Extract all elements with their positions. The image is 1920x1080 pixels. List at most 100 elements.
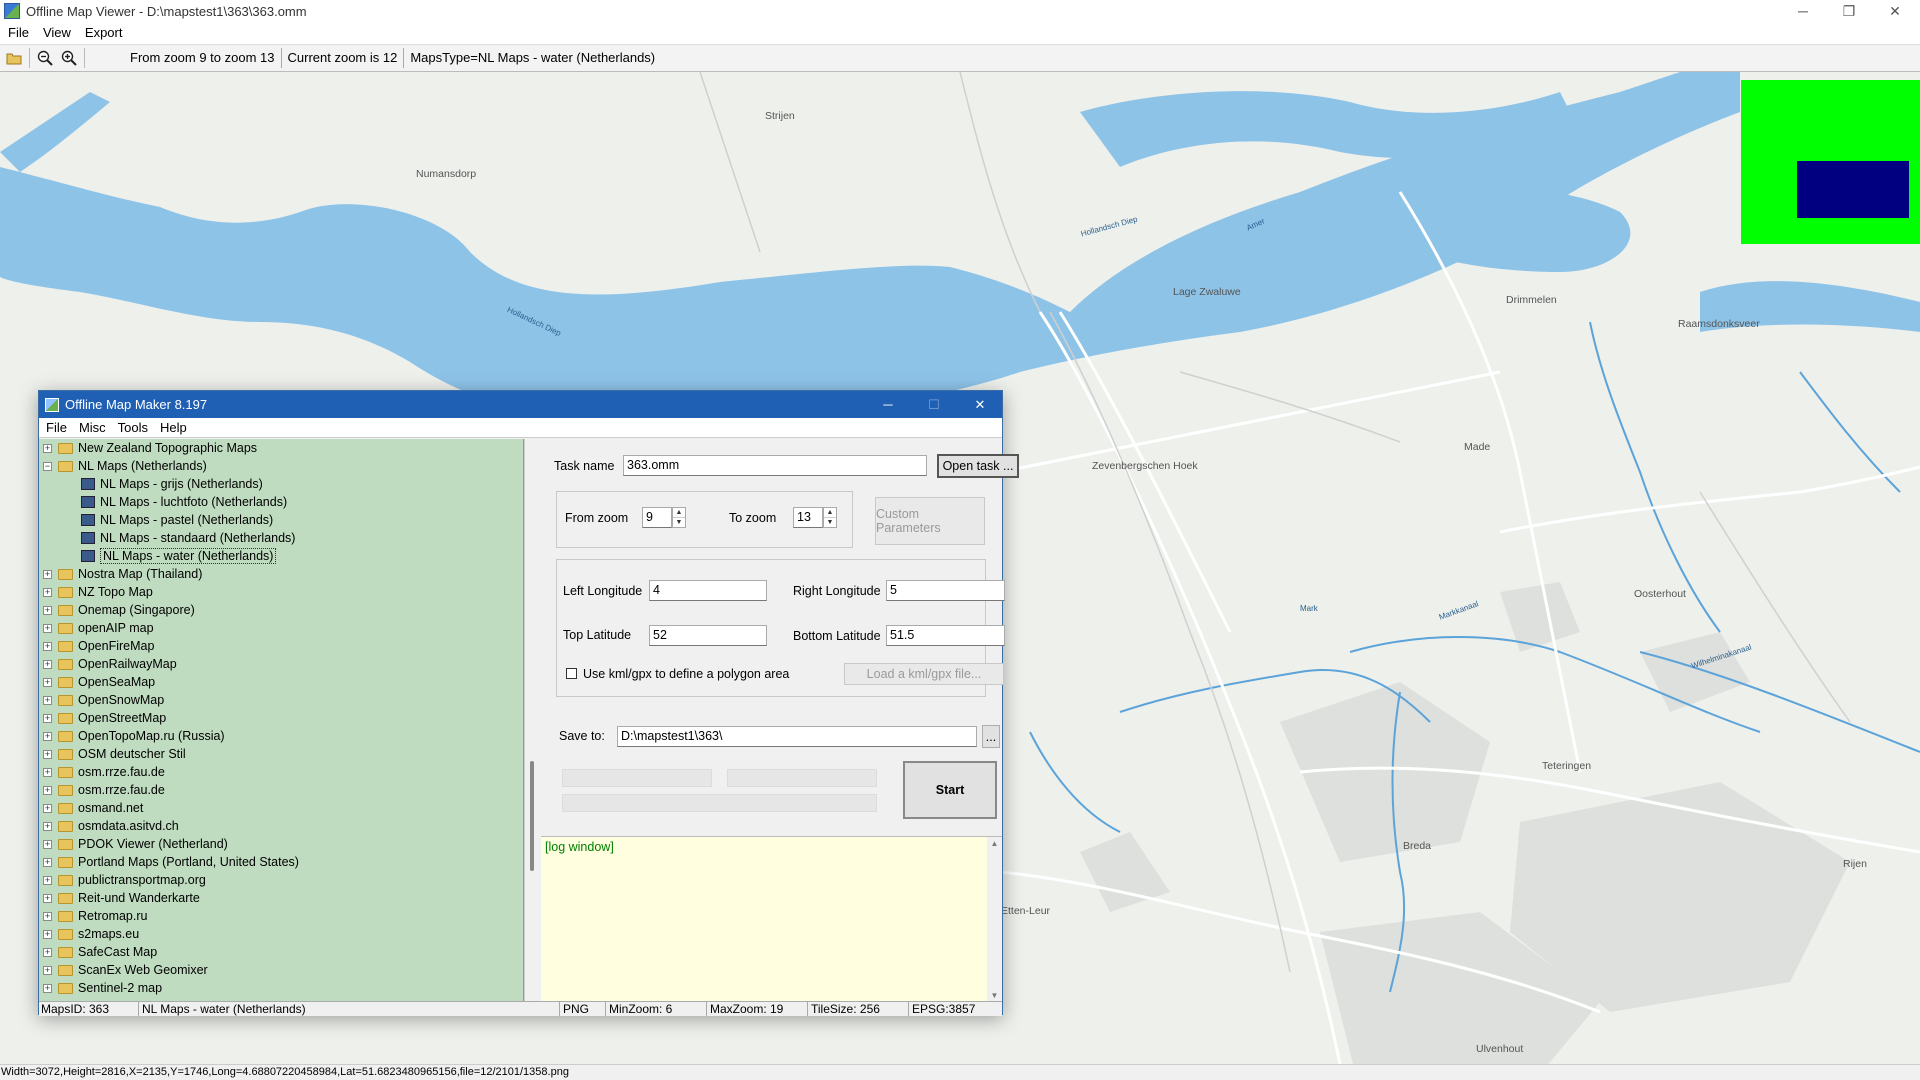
open-folder-icon[interactable] <box>2 47 26 69</box>
map-source-tree[interactable]: + New Zealand Topographic Maps − NL Maps (N… <box>39 439 524 1001</box>
collapse-icon[interactable]: − <box>43 461 52 471</box>
expand-icon[interactable]: + <box>43 659 52 669</box>
dialog-menu-misc[interactable]: Misc <box>79 420 106 435</box>
tree-item[interactable]: + New Zealand Topographic Maps <box>39 439 523 457</box>
from-zoom-spinner[interactable]: ▲ ▼ <box>672 507 686 528</box>
from-zoom-input[interactable]: 9 <box>642 507 672 528</box>
tree-item[interactable]: − NL Maps (Netherlands) <box>39 457 523 475</box>
expand-icon[interactable]: + <box>43 641 52 651</box>
right-longitude-input[interactable]: 5 <box>886 580 1005 601</box>
tree-item[interactable]: + publictransportmap.org <box>39 871 523 889</box>
tree-item[interactable]: + osmdata.asitvd.ch <box>39 817 523 835</box>
dialog-menu-file[interactable]: File <box>46 420 67 435</box>
tree-item-label: NL Maps - pastel (Netherlands) <box>100 513 274 527</box>
expand-icon[interactable]: + <box>43 965 52 975</box>
task-name-input[interactable]: 363.omm <box>623 455 927 476</box>
tree-item[interactable]: NL Maps - luchtfoto (Netherlands) <box>39 493 523 511</box>
save-to-input[interactable]: D:\mapstest1\363\ <box>617 726 977 747</box>
expand-icon[interactable]: + <box>43 695 52 705</box>
expand-icon[interactable]: + <box>43 983 52 993</box>
tree-item[interactable]: + NZ Topo Map <box>39 583 523 601</box>
close-button[interactable]: ✕ <box>1872 0 1918 22</box>
tree-item[interactable]: + OpenTopoMap.ru (Russia) <box>39 727 523 745</box>
zoom-in-icon[interactable] <box>57 47 81 69</box>
maximize-button[interactable]: ❐ <box>1826 0 1872 22</box>
menu-file[interactable]: File <box>8 25 29 40</box>
left-longitude-input[interactable]: 4 <box>649 580 767 601</box>
tree-item[interactable]: + Nostra Map (Thailand) <box>39 565 523 583</box>
kml-checkbox[interactable] <box>566 668 577 679</box>
minimize-button[interactable]: ─ <box>1780 0 1826 22</box>
map-layer-icon <box>81 496 95 508</box>
tree-item[interactable]: + osm.rrze.fau.de <box>39 781 523 799</box>
tree-scroll-thumb[interactable] <box>530 761 534 871</box>
tree-item[interactable]: NL Maps - pastel (Netherlands) <box>39 511 523 529</box>
tree-item[interactable]: + OSM deutscher Stil <box>39 745 523 763</box>
expand-icon[interactable]: + <box>43 893 52 903</box>
to-zoom-label: To zoom <box>729 511 777 525</box>
tree-item[interactable]: + Retromap.ru <box>39 907 523 925</box>
bottom-latitude-input[interactable]: 51.5 <box>886 625 1005 646</box>
expand-icon[interactable]: + <box>43 587 52 597</box>
top-latitude-input[interactable]: 52 <box>649 625 767 646</box>
expand-icon[interactable]: + <box>43 749 52 759</box>
log-scrollbar[interactable]: ▲ ▼ <box>987 837 1002 1002</box>
folder-icon <box>58 658 73 670</box>
tree-item[interactable]: + OpenSeaMap <box>39 673 523 691</box>
menu-view[interactable]: View <box>43 25 71 40</box>
expand-icon[interactable]: + <box>43 947 52 957</box>
expand-icon[interactable]: + <box>43 677 52 687</box>
tree-item[interactable]: + OpenFireMap <box>39 637 523 655</box>
expand-icon[interactable]: + <box>43 821 52 831</box>
expand-icon[interactable]: + <box>43 767 52 777</box>
to-zoom-input[interactable]: 13 <box>793 507 823 528</box>
dialog-close-button[interactable]: ✕ <box>957 391 1003 418</box>
overview-viewport[interactable] <box>1797 161 1909 218</box>
dialog-menu-tools[interactable]: Tools <box>118 420 148 435</box>
tree-item[interactable]: NL Maps - standaard (Netherlands) <box>39 529 523 547</box>
tree-scrollbar[interactable] <box>524 439 541 1001</box>
expand-icon[interactable]: + <box>43 929 52 939</box>
to-zoom-spinner[interactable]: ▲ ▼ <box>823 507 837 528</box>
tree-item[interactable]: NL Maps - water (Netherlands) <box>39 547 523 565</box>
overview-minimap[interactable] <box>1741 80 1920 244</box>
expand-icon[interactable]: + <box>43 875 52 885</box>
zoom-out-icon[interactable] <box>33 47 57 69</box>
browse-button[interactable]: ... <box>982 725 1000 748</box>
tree-item[interactable]: + ScanEx Web Geomixer <box>39 961 523 979</box>
tree-item[interactable]: + osm.rrze.fau.de <box>39 763 523 781</box>
menu-export[interactable]: Export <box>85 25 123 40</box>
expand-icon[interactable]: + <box>43 443 52 453</box>
expand-icon[interactable]: + <box>43 839 52 849</box>
tree-item[interactable]: + OpenRailwayMap <box>39 655 523 673</box>
right-longitude-label: Right Longitude <box>793 584 881 598</box>
expand-icon[interactable]: + <box>43 623 52 633</box>
tree-item[interactable]: + openAIP map <box>39 619 523 637</box>
tree-item[interactable]: + Portland Maps (Portland, United States) <box>39 853 523 871</box>
dialog-minimize-button[interactable]: ─ <box>865 391 911 418</box>
tree-item[interactable]: + PDOK Viewer (Netherland) <box>39 835 523 853</box>
scroll-down-icon[interactable]: ▼ <box>987 991 1002 1000</box>
expand-icon[interactable]: + <box>43 857 52 867</box>
dialog-menu-help[interactable]: Help <box>160 420 187 435</box>
log-window[interactable]: [log window] ▲ ▼ <box>541 836 1002 1002</box>
tree-item[interactable]: + Sentinel-2 map <box>39 979 523 997</box>
tree-item[interactable]: + OpenStreetMap <box>39 709 523 727</box>
tree-item[interactable]: + osmand.net <box>39 799 523 817</box>
expand-icon[interactable]: + <box>43 911 52 921</box>
tree-item[interactable]: NL Maps - grijs (Netherlands) <box>39 475 523 493</box>
tree-item[interactable]: + s2maps.eu <box>39 925 523 943</box>
expand-icon[interactable]: + <box>43 713 52 723</box>
scroll-up-icon[interactable]: ▲ <box>987 839 1002 848</box>
expand-icon[interactable]: + <box>43 605 52 615</box>
expand-icon[interactable]: + <box>43 803 52 813</box>
open-task-button[interactable]: Open task ... <box>937 454 1019 478</box>
tree-item[interactable]: + SafeCast Map <box>39 943 523 961</box>
start-button[interactable]: Start <box>903 761 997 819</box>
expand-icon[interactable]: + <box>43 785 52 795</box>
tree-item[interactable]: + Reit-und Wanderkarte <box>39 889 523 907</box>
expand-icon[interactable]: + <box>43 731 52 741</box>
tree-item[interactable]: + OpenSnowMap <box>39 691 523 709</box>
expand-icon[interactable]: + <box>43 569 52 579</box>
tree-item[interactable]: + Onemap (Singapore) <box>39 601 523 619</box>
